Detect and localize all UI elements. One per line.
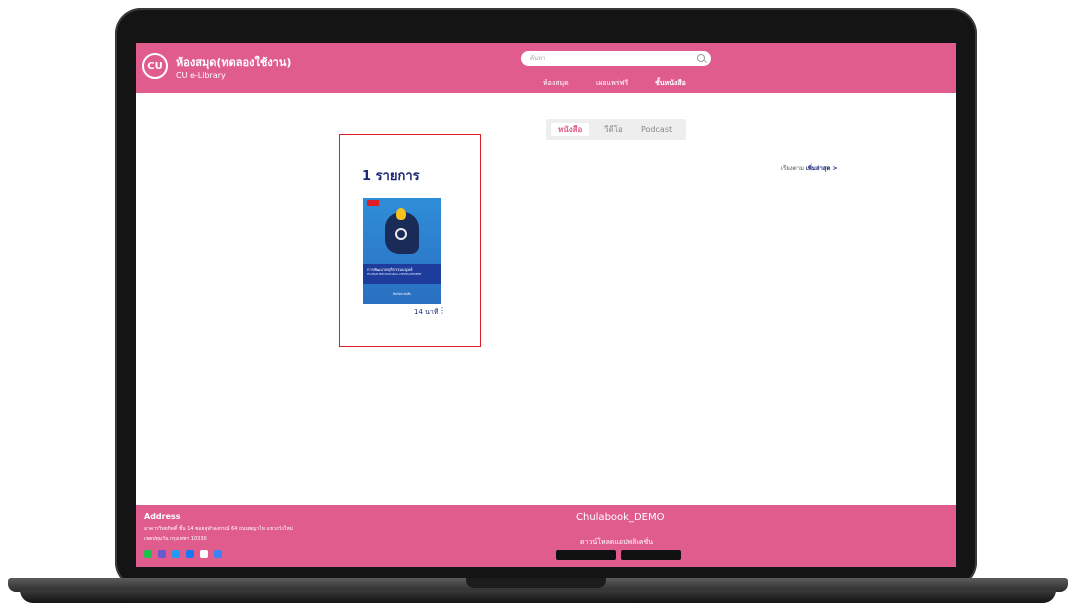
nav-free-publish[interactable]: เผยแพร่ฟรี xyxy=(596,78,628,89)
instagram-icon[interactable] xyxy=(158,550,166,558)
tab-books[interactable]: หนังสือ xyxy=(551,123,590,136)
tab-podcast[interactable]: Podcast xyxy=(641,123,672,136)
sort-value[interactable]: เพิ่มล่าสุด > xyxy=(806,165,838,172)
download-app-label: ดาวน์โหลดแอปพลิเคชั่น xyxy=(580,538,654,546)
address-line-2: เขตปทุมวัน กรุงเทพฯ 10330 xyxy=(144,536,207,542)
twitter-icon[interactable] xyxy=(172,550,180,558)
facebook-icon[interactable] xyxy=(186,550,194,558)
line-icon[interactable] xyxy=(144,550,152,558)
laptop-notch xyxy=(466,578,606,588)
google-play-button[interactable] xyxy=(621,550,681,560)
search-icon[interactable] xyxy=(697,54,705,62)
sort-control[interactable]: เรียงตาม เพิ่มล่าสุด > xyxy=(781,163,838,173)
brand-subtitle: CU e-Library xyxy=(176,71,226,80)
top-header: CU ห้องสมุด(ทดลองใช้งาน) CU e-Library ค้… xyxy=(136,43,956,93)
cu-logo[interactable]: CU xyxy=(142,53,168,79)
more-options-icon[interactable]: ⋮ xyxy=(438,306,446,315)
result-count: 1 รายการ xyxy=(362,169,420,184)
laptop-base-lip xyxy=(20,590,1056,603)
tab-videos[interactable]: วีดีโอ xyxy=(604,123,623,136)
cover-author: ชินรัตน์ สมสืบ xyxy=(392,292,412,296)
email-icon[interactable] xyxy=(200,550,208,558)
content-tabs: หนังสือ วีดีโอ Podcast xyxy=(546,119,686,140)
logo-text: CU xyxy=(147,60,163,72)
messenger-icon[interactable] xyxy=(214,550,222,558)
search-input[interactable]: ค้นหา xyxy=(521,51,711,66)
book-duration: 14 นาที xyxy=(414,308,439,316)
gear-icon xyxy=(395,228,407,240)
cover-subtitle: HUMAN BEHAVIORAL DEVELOPMENT xyxy=(367,272,422,276)
address-title: Address xyxy=(144,512,181,521)
footer: Address อาคารวิทยกิตติ์ ชั้น 14 ซอยจุฬาล… xyxy=(136,505,956,567)
address-line-1: อาคารวิทยกิตติ์ ชั้น 14 ซอยจุฬาลงกรณ์ 64… xyxy=(144,526,293,532)
app-store-button[interactable] xyxy=(556,550,616,560)
search-placeholder: ค้นหา xyxy=(530,55,546,62)
lightbulb-icon xyxy=(396,208,406,220)
book-cover[interactable]: การพัฒนาพฤติกรรมมนุษย์ HUMAN BEHAVIORAL … xyxy=(363,198,441,304)
nav-library[interactable]: ห้องสมุด xyxy=(543,78,569,89)
sort-label: เรียงตาม xyxy=(781,165,804,172)
footer-brand: Chulabook_DEMO xyxy=(576,512,665,523)
publisher-badge xyxy=(367,200,379,206)
brand-title[interactable]: ห้องสมุด(ทดลองใช้งาน) xyxy=(176,53,291,71)
nav-bookshelf[interactable]: ชั้นหนังสือ xyxy=(655,78,686,89)
app-screen: CU ห้องสมุด(ทดลองใช้งาน) CU e-Library ค้… xyxy=(136,43,956,567)
